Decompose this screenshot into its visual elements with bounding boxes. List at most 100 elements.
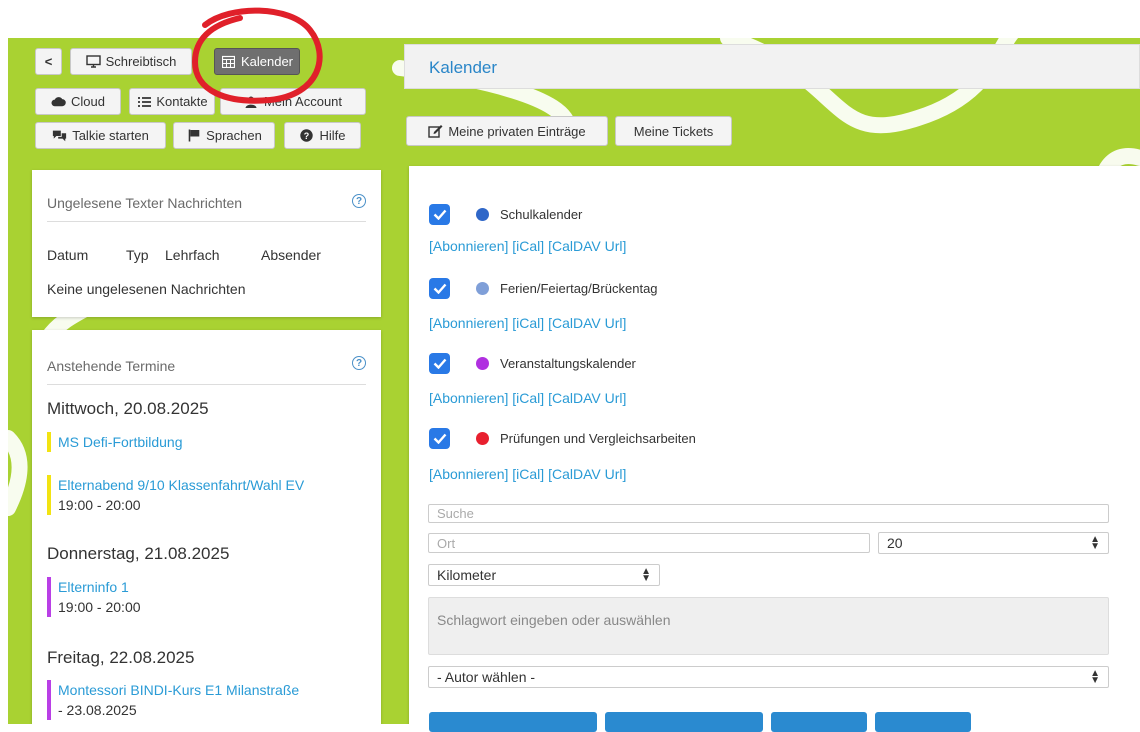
help-circle-icon[interactable]: ? — [352, 356, 366, 370]
calendar-icon — [221, 55, 236, 69]
author-select[interactable]: - Autor wählen - ▲ ▼ — [428, 666, 1109, 688]
calendar-checkbox[interactable] — [429, 353, 450, 374]
calendar-name: Schulkalender — [500, 207, 583, 222]
upcoming-events-panel: Anstehende Termine ? Mittwoch, 20.08.202… — [32, 330, 381, 724]
event-time: 19:00 - 20:00 — [58, 599, 141, 615]
contacts-button-label: Kontakte — [156, 94, 208, 109]
account-button[interactable]: Mein Account — [220, 88, 366, 115]
question-circle-icon: ? — [299, 129, 314, 143]
back-button[interactable]: < — [35, 48, 62, 75]
flag-icon — [186, 129, 201, 143]
calendar-button[interactable]: Kalender — [214, 48, 300, 75]
column-type: Typ — [126, 247, 149, 263]
calendar-button-label: Kalender — [240, 54, 294, 69]
private-entries-label: Meine privaten Einträge — [448, 123, 586, 139]
edit-icon — [428, 124, 443, 138]
calendar-color-dot — [476, 357, 489, 370]
calendar-list-panel: Schulkalender [Abonnieren] [iCal] [CalDA… — [409, 166, 1140, 724]
cloud-icon — [51, 95, 66, 109]
sort-arrows-icon: ▲ ▼ — [641, 566, 651, 584]
talkie-button[interactable]: Talkie starten — [35, 122, 166, 149]
day-heading: Mittwoch, 20.08.2025 — [47, 399, 209, 418]
account-button-label: Mein Account — [263, 94, 343, 109]
event-time: 19:00 - 20:00 — [58, 497, 141, 513]
calendar-name: Ferien/Feiertag/Brückentag — [500, 281, 658, 296]
sort-arrows-icon: ▲ ▼ — [1090, 668, 1100, 686]
my-tickets-button[interactable]: Meine Tickets — [615, 116, 732, 146]
action-button[interactable] — [875, 712, 971, 732]
event-title: Elterninfo 1 — [58, 579, 129, 595]
action-button[interactable] — [605, 712, 763, 732]
event-title: MS Defi-Fortbildung — [58, 434, 183, 450]
day-heading: Donnerstag, 21.08.2025 — [47, 544, 230, 563]
monitor-icon — [85, 55, 101, 69]
event-item[interactable]: MS Defi-Fortbildung — [47, 432, 183, 452]
chat-icon — [52, 129, 67, 143]
sort-arrows-icon: ▲ ▼ — [1090, 534, 1100, 552]
event-item[interactable]: Elterninfo 1 19:00 - 20:00 — [47, 577, 141, 617]
check-icon — [433, 358, 446, 369]
desktop-button[interactable]: Schreibtisch — [70, 48, 192, 75]
svg-text:?: ? — [304, 131, 310, 141]
app-background: < Schreibtisch Kalender Cloud Kontakte M… — [8, 38, 1140, 724]
column-date: Datum — [47, 247, 89, 263]
unread-messages-title: Ungelesene Texter Nachrichten — [47, 195, 243, 211]
tags-placeholder: Schlagwort eingeben oder auswählen — [437, 612, 671, 628]
unread-messages-panel: Ungelesene Texter Nachrichten ? Datum Ty… — [32, 170, 381, 317]
check-icon — [433, 283, 446, 294]
radius-value: 20 — [887, 535, 903, 551]
help-button-label: Hilfe — [319, 128, 346, 143]
calendar-checkbox[interactable] — [429, 428, 450, 449]
divider — [47, 221, 366, 222]
private-entries-button[interactable]: Meine privaten Einträge — [406, 116, 608, 146]
cloud-button[interactable]: Cloud — [35, 88, 121, 115]
check-icon — [433, 209, 446, 220]
cloud-button-label: Cloud — [71, 94, 105, 109]
calendar-name: Veranstaltungskalender — [500, 356, 636, 371]
search-placeholder: Suche — [437, 506, 474, 521]
event-time: - 23.08.2025 — [58, 702, 137, 718]
event-item[interactable]: Montessori BINDI-Kurs E1 Milanstraße - 2… — [47, 680, 299, 720]
author-value: - Autor wählen - — [437, 669, 536, 685]
user-icon — [244, 95, 259, 109]
calendar-color-dot — [476, 208, 489, 221]
help-button[interactable]: ? Hilfe — [284, 122, 361, 149]
page-title: Kalender — [429, 58, 498, 77]
languages-button[interactable]: Sprachen — [173, 122, 275, 149]
calendar-color-dot — [476, 282, 489, 295]
talkie-button-label: Talkie starten — [72, 128, 149, 143]
calendar-checkbox[interactable] — [429, 278, 450, 299]
tags-input[interactable]: Schlagwort eingeben oder auswählen — [428, 597, 1109, 655]
radius-select[interactable]: 20 ▲ ▼ — [878, 532, 1109, 554]
action-button[interactable] — [429, 712, 597, 732]
column-subject: Lehrfach — [165, 247, 220, 263]
event-item[interactable]: Elternabend 9/10 Klassenfahrt/Wahl EV 19… — [47, 475, 304, 515]
action-button[interactable] — [771, 712, 867, 732]
place-placeholder: Ort — [437, 535, 456, 551]
contacts-button[interactable]: Kontakte — [129, 88, 215, 115]
calendar-subscribe-links[interactable]: [Abonnieren] [iCal] [CalDAV Url] — [429, 238, 626, 254]
search-input[interactable]: Suche — [428, 504, 1109, 523]
calendar-subscribe-links[interactable]: [Abonnieren] [iCal] [CalDAV Url] — [429, 390, 626, 406]
calendar-checkbox[interactable] — [429, 204, 450, 225]
divider — [47, 384, 366, 385]
chevron-left-icon: < — [44, 54, 53, 69]
calendar-subscribe-links[interactable]: [Abonnieren] [iCal] [CalDAV Url] — [429, 315, 626, 331]
distance-unit-value: Kilometer — [437, 567, 497, 583]
upcoming-events-title: Anstehende Termine — [47, 358, 176, 374]
distance-unit-select[interactable]: Kilometer ▲ ▼ — [428, 564, 660, 586]
my-tickets-label: Meine Tickets — [633, 123, 714, 139]
calendar-color-dot — [476, 432, 489, 445]
help-circle-icon[interactable]: ? — [352, 194, 366, 208]
desktop-button-label: Schreibtisch — [105, 54, 177, 69]
column-sender: Absender — [261, 247, 321, 263]
languages-button-label: Sprachen — [206, 128, 262, 143]
unread-empty-text: Keine ungelesenen Nachrichten — [47, 281, 246, 297]
list-icon — [136, 95, 151, 109]
calendar-header: Kalender — [404, 44, 1140, 89]
calendar-subscribe-links[interactable]: [Abonnieren] [iCal] [CalDAV Url] — [429, 466, 626, 482]
event-title: Elternabend 9/10 Klassenfahrt/Wahl EV — [58, 477, 305, 493]
check-icon — [433, 433, 446, 444]
event-title: Montessori BINDI-Kurs E1 Milanstraße — [58, 682, 300, 698]
place-input[interactable]: Ort — [428, 533, 870, 553]
